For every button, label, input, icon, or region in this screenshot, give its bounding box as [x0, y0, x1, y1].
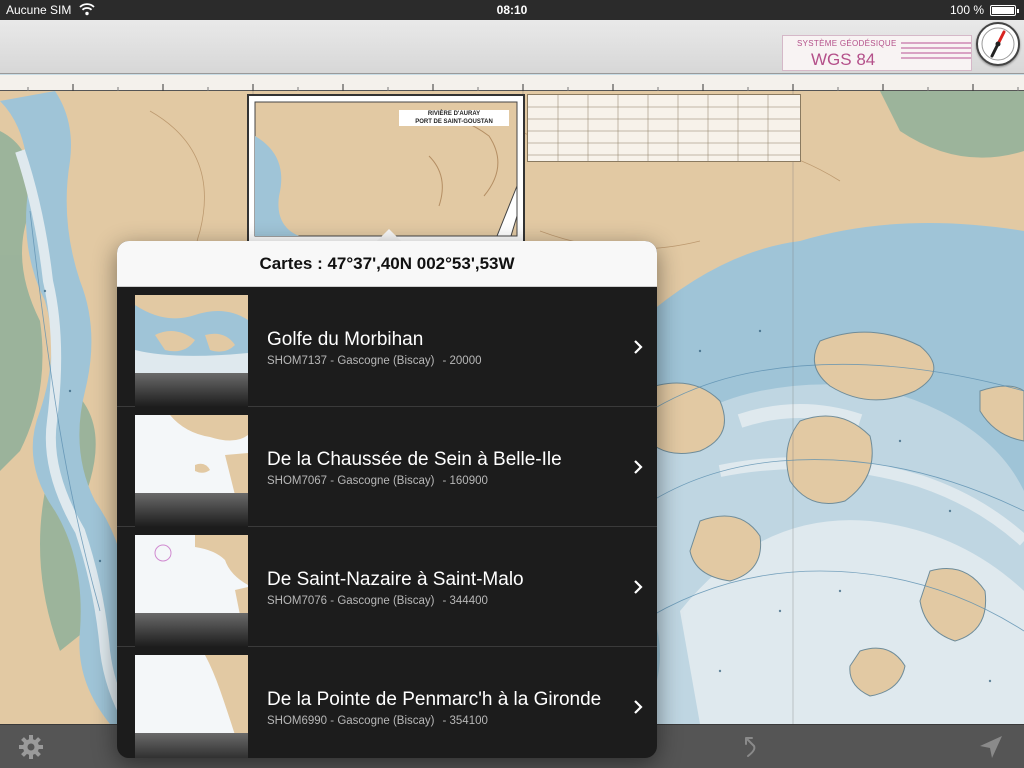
chart-thumbnail-image	[135, 655, 248, 735]
chart-scale: 160900	[449, 475, 488, 487]
chart-list-item[interactable]: De la Chaussée de Sein à Belle-Ile SHOM7…	[117, 407, 657, 527]
chart-list-item[interactable]: Golfe du Morbihan SHOM7137 - Gascogne (B…	[117, 287, 657, 407]
chart-inset: RIVIÈRE D'AURAY PORT DE SAINT-GOUSTAN	[247, 94, 525, 244]
chevron-right-icon	[634, 340, 643, 354]
chart-title: De la Pointe de Penmarc'h à la Gironde	[267, 689, 602, 710]
chart-code: SHOM6990	[267, 715, 328, 727]
clock: 08:10	[496, 3, 528, 17]
chart-details: SHOM6990 - Gascogne (Biscay) - 354100	[267, 715, 488, 727]
chart-list-item[interactable]: De la Pointe de Penmarc'h à la Gironde S…	[117, 647, 657, 758]
chevron-right-icon	[634, 580, 643, 594]
tide-table	[527, 94, 801, 162]
chevron-right-icon	[634, 700, 643, 714]
compass-icon[interactable]	[976, 22, 1020, 66]
datum-value: WGS 84	[811, 50, 876, 69]
chart-code: SHOM7076	[267, 595, 328, 607]
chart-thumbnail	[135, 415, 248, 527]
chart-inset-title-line2: PORT DE SAINT-GOUSTAN	[415, 119, 493, 125]
chart-thumbnail	[135, 535, 248, 647]
chart-details: SHOM7076 - Gascogne (Biscay) - 344400	[267, 595, 488, 607]
chart-details: SHOM7137 - Gascogne (Biscay) - 20000	[267, 355, 482, 367]
chevron-right-icon	[634, 460, 643, 474]
top-toolbar: SYSTÈME GÉODÉSIQUE WGS 84	[0, 20, 1024, 74]
tide-table-grid	[528, 95, 800, 161]
chart-title: De Saint-Nazaire à Saint-Malo	[267, 569, 524, 590]
chart-scale: 344400	[449, 595, 488, 607]
chart-thumbnail-image	[135, 415, 248, 495]
chart-title: De la Chaussée de Sein à Belle-Ile	[267, 449, 562, 470]
chart-inset-title: RIVIÈRE D'AURAY PORT DE SAINT-GOUSTAN	[399, 110, 509, 126]
chart-thumbnail	[135, 655, 248, 758]
datum-notes	[901, 39, 971, 69]
location-arrow-icon[interactable]	[978, 734, 1004, 760]
chart-region: Gascogne (Biscay)	[337, 595, 435, 607]
chart-thumbnail	[135, 295, 248, 407]
datum-box: SYSTÈME GÉODÉSIQUE WGS 84	[782, 35, 972, 71]
charts-popover: Cartes : 47°37',40N 002°53',53W Golfe du…	[117, 241, 657, 758]
route-icon[interactable]	[736, 734, 762, 760]
chart-list-item[interactable]: De Saint-Nazaire à Saint-Malo SHOM7076 -…	[117, 527, 657, 647]
datum-label: SYSTÈME GÉODÉSIQUE	[797, 39, 897, 48]
battery-icon	[990, 5, 1019, 16]
chart-region: Gascogne (Biscay)	[337, 715, 435, 727]
chart-details: SHOM7067 - Gascogne (Biscay) - 160900	[267, 475, 488, 487]
ruler-ticks	[27, 84, 1019, 91]
chart-scale: 20000	[449, 355, 482, 367]
chart-region: Gascogne (Biscay)	[337, 475, 435, 487]
chart-title: Golfe du Morbihan	[267, 329, 424, 350]
status-bar: Aucune SIM 08:10 100 %	[0, 0, 1024, 20]
battery-percent: 100 %	[949, 3, 984, 17]
chart-code: SHOM7137	[267, 355, 328, 367]
chart-inset-title-line1: RIVIÈRE D'AURAY	[427, 111, 481, 117]
chart-thumbnail-image	[135, 295, 248, 375]
chart-region: Gascogne (Biscay)	[337, 355, 435, 367]
chart-scale: 354100	[449, 715, 488, 727]
chart-ruler	[0, 75, 1024, 91]
chart-thumbnail-image	[135, 535, 248, 615]
popover-title: Cartes : 47°37',40N 002°53',53W	[117, 241, 657, 287]
gear-icon[interactable]	[18, 734, 44, 760]
chart-code: SHOM7067	[267, 475, 328, 487]
